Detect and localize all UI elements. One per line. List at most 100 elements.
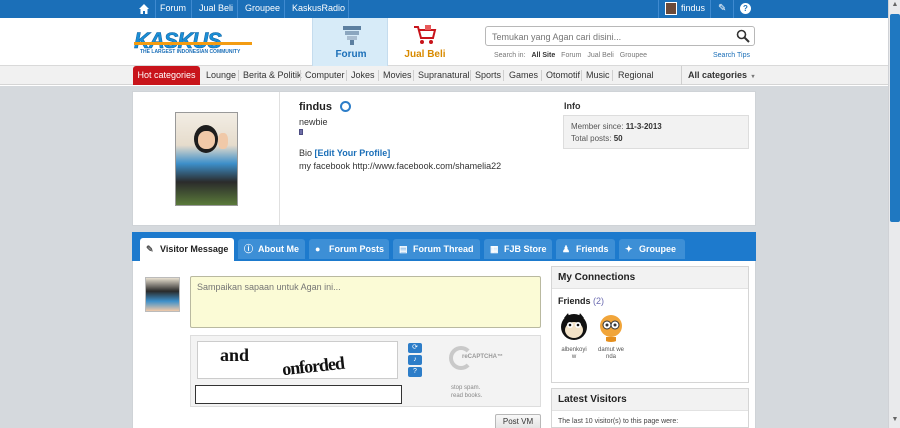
- category-regional[interactable]: Regional: [618, 70, 654, 80]
- site-header: KASKUS THE LARGEST INDONESIAN COMMUNITY …: [0, 18, 888, 66]
- category-berita-politik[interactable]: Berita & Politik: [243, 70, 302, 80]
- tab-about-me[interactable]: ⓘ About Me: [238, 239, 305, 259]
- nav-forum[interactable]: Forum: [160, 3, 186, 13]
- category-otomotif[interactable]: Otomotif: [546, 70, 580, 80]
- category-jokes[interactable]: Jokes: [351, 70, 375, 80]
- online-status-icon: [340, 101, 351, 112]
- hot-categories-button[interactable]: Hot categories: [133, 66, 200, 85]
- info-icon: ⓘ: [244, 244, 254, 254]
- message-icon: ✎: [146, 244, 154, 254]
- search-icon[interactable]: [736, 29, 750, 43]
- captcha-image: and onforded: [197, 341, 398, 379]
- friend-item[interactable]: damut we nda: [594, 312, 628, 361]
- home-icon[interactable]: [138, 3, 150, 15]
- help-icon[interactable]: ?: [740, 3, 751, 14]
- tab-fjb-store[interactable]: ▦ FJB Store: [484, 239, 552, 259]
- category-computer[interactable]: Computer: [305, 70, 345, 80]
- scroll-up-arrow-icon[interactable]: ▲: [890, 1, 900, 11]
- profile-tab-bar: ✎ Visitor Message ⓘ About Me ● Forum Pos…: [132, 232, 756, 261]
- header-tab-jual-beli[interactable]: Jual Beli: [390, 18, 460, 66]
- latest-visitors-title: Latest Visitors: [552, 389, 748, 411]
- search-scope-groupee[interactable]: Groupee: [620, 52, 647, 59]
- header-tab-forum[interactable]: Forum: [312, 18, 388, 66]
- search-input[interactable]: [492, 30, 732, 43]
- page-scrollbar[interactable]: ▲ ▼: [888, 0, 900, 428]
- tab-forum-thread-label: Forum Thread: [413, 244, 474, 254]
- recaptcha-logo: reCAPTCHA™: [449, 346, 503, 372]
- friends-count: (2): [593, 296, 605, 306]
- post-vm-button[interactable]: Post VM: [495, 414, 541, 428]
- recaptcha-label: reCAPTCHA™: [462, 354, 504, 360]
- scroll-down-arrow-icon[interactable]: ▼: [890, 416, 900, 426]
- friend-name: albenkoyi: [561, 347, 587, 353]
- profile-photo[interactable]: [175, 112, 238, 206]
- audio-icon[interactable]: ♪: [408, 355, 422, 365]
- tab-visitor-message-label: Visitor Message: [160, 244, 229, 254]
- total-posts-value: 50: [613, 134, 623, 143]
- category-music[interactable]: Music: [586, 70, 610, 80]
- latest-visitors-panel: Latest Visitors The last 10 visitor(s) t…: [551, 388, 749, 428]
- bio-text: my facebook http://www.facebook.com/sham…: [299, 161, 502, 171]
- tab-visitor-message[interactable]: ✎ Visitor Message: [140, 238, 234, 261]
- category-bar: Hot categories Lounge Berita & Politik C…: [0, 66, 888, 85]
- recaptcha-tagline: stop spam. read books.: [451, 385, 483, 399]
- search-scope-forum[interactable]: Forum: [561, 52, 581, 59]
- latest-visitors-text: The last 10 visitor(s) to this page were…: [558, 418, 679, 425]
- captcha-word-1: and: [220, 345, 250, 365]
- captcha-input[interactable]: [195, 385, 402, 404]
- reputation-bar-icon: [299, 129, 303, 135]
- captcha-word-2: onforded: [281, 352, 345, 379]
- tab-content: and onforded ⟳ ♪ ? reCAPTCHA™ stop spam.…: [132, 261, 756, 428]
- topbar-username[interactable]: findus: [681, 3, 705, 13]
- tab-forum-posts-label: Forum Posts: [329, 244, 385, 254]
- member-since-value: 11-3-2013: [625, 122, 662, 131]
- kaskus-logo[interactable]: KASKUS THE LARGEST INDONESIAN COMMUNITY: [134, 28, 254, 56]
- store-icon: ▦: [490, 244, 499, 254]
- friend-name: damut we: [597, 347, 624, 353]
- nav-jual-beli[interactable]: Jual Beli: [199, 3, 233, 13]
- category-supranatural[interactable]: Supranatural: [418, 70, 470, 80]
- profile-username: findus: [299, 101, 332, 113]
- groupee-icon: ✦: [625, 244, 633, 254]
- pencil-icon[interactable]: ✎: [718, 3, 726, 14]
- forum-icon: [343, 26, 361, 45]
- thread-icon: ▤: [399, 244, 408, 254]
- category-games[interactable]: Games: [509, 70, 538, 80]
- category-lounge[interactable]: Lounge: [206, 70, 236, 80]
- all-categories-label: All categories: [688, 70, 748, 80]
- tab-friends[interactable]: ♟ Friends: [556, 239, 615, 259]
- visitor-avatar: [145, 277, 180, 312]
- nav-kaskus-radio[interactable]: KaskusRadio: [292, 3, 345, 13]
- search-scope-jual-beli[interactable]: Jual Beli: [587, 52, 613, 59]
- user-avatar-mini[interactable]: [665, 2, 677, 15]
- visitor-message-input[interactable]: [190, 276, 541, 328]
- nav-groupee[interactable]: Groupee: [245, 3, 280, 13]
- refresh-icon[interactable]: ⟳: [408, 343, 422, 353]
- scroll-thumb[interactable]: [890, 14, 900, 222]
- member-since-label: Member since:: [571, 122, 624, 131]
- tab-forum-posts[interactable]: ● Forum Posts: [309, 239, 389, 259]
- friend-item[interactable]: albenkoyi w: [557, 312, 591, 361]
- tab-about-me-label: About Me: [258, 244, 299, 254]
- my-connections-title: My Connections: [552, 267, 748, 289]
- top-nav-bar: Forum Jual Beli Groupee KaskusRadio find…: [0, 0, 888, 18]
- my-connections-panel: My Connections Friends (2) albenkoyi w d…: [551, 266, 749, 383]
- help-icon[interactable]: ?: [408, 367, 422, 377]
- search-scope-all-site[interactable]: All Site: [531, 52, 555, 59]
- tab-forum-thread[interactable]: ▤ Forum Thread: [393, 239, 480, 259]
- edit-profile-link[interactable]: [Edit Your Profile]: [315, 148, 391, 158]
- all-categories-dropdown[interactable]: All categories ▾: [681, 66, 756, 85]
- category-sports[interactable]: Sports: [475, 70, 501, 80]
- total-posts-label: Total posts:: [571, 134, 612, 143]
- friends-icon: ♟: [562, 244, 571, 254]
- friend-avatar: [561, 313, 587, 340]
- search-scope-options: Search in: All Site Forum Jual Beli Grou…: [494, 52, 651, 59]
- speech-bubble-icon: ●: [315, 244, 321, 254]
- profile-rank: newbie: [299, 117, 328, 127]
- tab-groupee-label: Groupee: [639, 244, 677, 254]
- category-movies[interactable]: Movies: [383, 70, 412, 80]
- header-tab-forum-label: Forum: [335, 49, 367, 60]
- tab-groupee[interactable]: ✦ Groupee: [619, 239, 685, 259]
- info-box: Member since: 11-3-2013 Total posts: 50: [563, 115, 749, 149]
- search-tips-link[interactable]: Search Tips: [713, 52, 750, 59]
